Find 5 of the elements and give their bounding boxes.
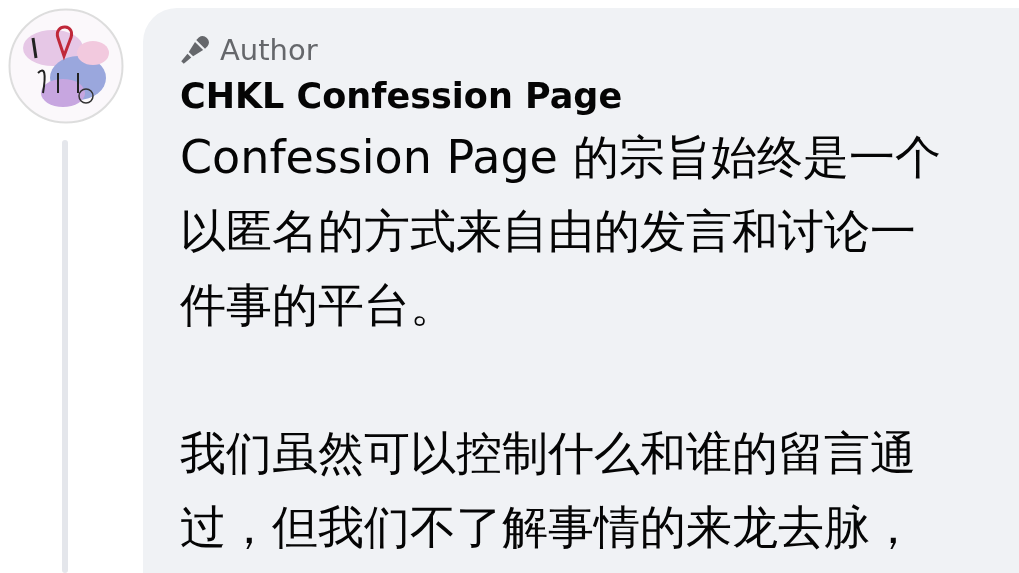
author-label: Author [220, 33, 318, 67]
microphone-icon [180, 35, 210, 65]
comment-text: 我们虽然可以控制什么和谁的留言通过，但我们不了解事情的来龙去脉， [180, 425, 917, 556]
comment-text: Confession Page 的宗旨始终是一个以匿名的方式来自由的发言和讨论一件事的平台。 [180, 129, 942, 334]
author-name[interactable]: CHKL Confession Page [180, 72, 1019, 120]
